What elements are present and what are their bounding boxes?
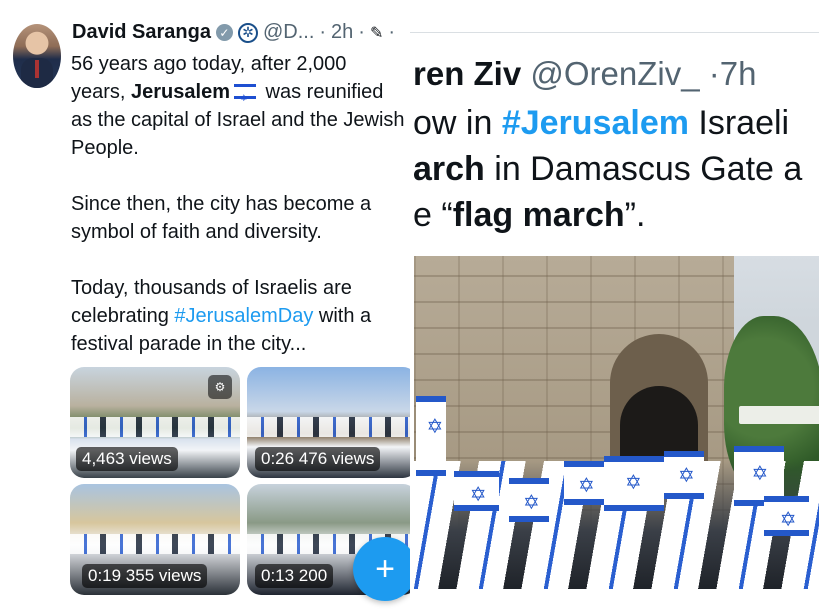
israel-flag-icon [234,84,256,112]
quote-line2-bold: arch [413,150,485,188]
avatar[interactable] [13,24,61,88]
quote-photo[interactable] [414,256,819,589]
israel-flag-icon [664,451,704,499]
quote-separator: · [708,55,720,92]
israel-flag-icon [604,456,664,511]
israel-flag-icon [509,478,549,522]
paragraph-3: Today, thousands of Israelis are celebra… [71,274,406,358]
quote-author-name[interactable]: ren Ziv [413,55,521,92]
edit-pen-icon: ✎ [369,24,384,42]
tweet-header: David Saranga ✓ ✲ @D... · 2h · ✎ · [72,21,395,44]
divider [410,32,819,33]
author-handle[interactable]: @D... [263,21,314,44]
quote-header: ren Ziv @OrenZiv_ ·7h [413,54,756,94]
organization-badge-icon[interactable]: ✲ [237,22,258,43]
compose-button[interactable]: + [353,537,417,601]
media-settings-icon[interactable]: ⚙ [208,375,232,399]
tweet-time[interactable]: 2h [331,21,353,44]
quote-line2-rest: in Damascus Gate a [484,150,803,188]
israel-flag-icon [454,471,499,511]
tweet-text: 56 years ago today, after 2,000 years, J… [71,50,406,386]
quote-line1-post: Israeli [688,104,790,142]
hashtag-jerusalemday[interactable]: #JerusalemDay [174,305,313,327]
quote-line-1: ow in #Jerusalem Israeli [413,100,819,146]
hashtag-jerusalem[interactable]: #Jerusalem [502,104,689,142]
author-name[interactable]: David Saranga [72,21,211,44]
video-duration-badge: 0:26 476 views [255,447,381,471]
paragraph-1: 56 years ago today, after 2,000 years, J… [71,50,406,162]
quote-text: ow in #Jerusalem Israeli arch in Damascu… [413,100,819,238]
israel-flag-icon [764,496,809,536]
media-item-3[interactable]: 0:19 355 views [70,484,240,595]
video-duration-badge: 0:13 200 [255,564,334,588]
separator: · [319,21,327,43]
quote-line1-pre: ow in [413,104,502,142]
quote-time[interactable]: 7h [720,55,757,92]
jerusalem-bold: Jerusalem [131,81,230,103]
israel-flag-icon [416,396,446,476]
main-tweet: David Saranga ✓ ✲ @D... · 2h · ✎ · 56 ye… [0,0,410,615]
canopy [739,406,819,424]
quoted-tweet[interactable]: ren Ziv @OrenZiv_ ·7h ow in #Jerusalem I… [410,0,819,615]
quote-line-2: arch in Damascus Gate a [413,146,819,192]
quote-line-3: e “flag march”. [413,192,819,238]
view-count-badge: 4,463 views [76,447,178,471]
quote-line3-pre: e “ [413,196,453,234]
media-item-1[interactable]: ⚙ 4,463 views [70,367,240,478]
video-duration-badge: 0:19 355 views [82,564,208,588]
israel-flag-icon [564,461,604,505]
quote-line3-bold: flag march [452,196,625,234]
quote-line3-post: ”. [624,196,646,234]
paragraph-2: Since then, the city has become a symbol… [71,193,372,243]
verified-badge-icon: ✓ [215,24,233,41]
media-item-2[interactable]: 0:26 476 views [247,367,410,478]
quote-handle[interactable]: @OrenZiv_ [530,55,699,92]
more-dot-icon[interactable]: · [388,21,395,44]
separator-2: · [358,21,365,43]
